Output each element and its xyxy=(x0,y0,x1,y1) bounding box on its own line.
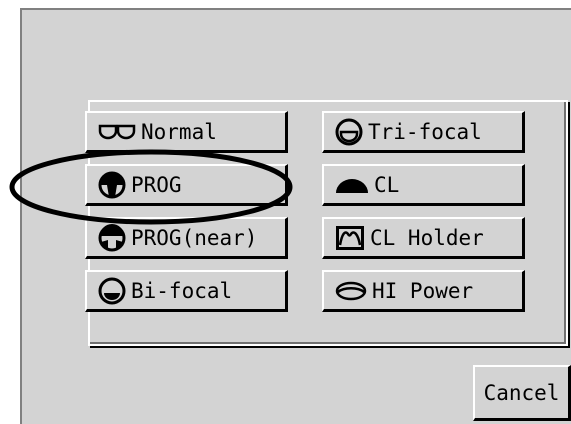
prog-near-label: PROG(near) xyxy=(131,225,258,250)
cl-button[interactable]: CL xyxy=(322,164,525,206)
hi-power-label: HI Power xyxy=(372,278,474,303)
normal-button[interactable]: Normal xyxy=(85,111,288,153)
hi-power-button[interactable]: HI Power xyxy=(322,270,525,312)
cl-holder-icon xyxy=(334,224,366,252)
dialog-background xyxy=(20,8,571,424)
cl-holder-button[interactable]: CL Holder xyxy=(322,217,525,259)
prog-button[interactable]: PROG xyxy=(85,164,288,206)
prog-label: PROG xyxy=(131,172,182,197)
normal-lens-icon xyxy=(97,121,137,143)
cancel-label: Cancel xyxy=(483,380,560,405)
bifocal-button[interactable]: Bi-focal xyxy=(85,270,288,312)
prog-lens-icon xyxy=(97,170,127,200)
bifocal-label: Bi-focal xyxy=(131,278,233,303)
trifocal-lens-icon xyxy=(334,117,364,147)
trifocal-button[interactable]: Tri-focal xyxy=(322,111,525,153)
cl-holder-label: CL Holder xyxy=(370,225,484,250)
contact-lens-icon xyxy=(334,173,370,197)
hi-power-lens-icon xyxy=(334,279,368,303)
prog-near-button[interactable]: PROG(near) xyxy=(85,217,288,259)
cancel-button[interactable]: Cancel xyxy=(473,365,571,421)
cl-label: CL xyxy=(374,172,400,197)
prog-near-lens-icon xyxy=(97,223,127,253)
normal-label: Normal xyxy=(141,119,217,144)
trifocal-label: Tri-focal xyxy=(368,119,482,144)
bifocal-lens-icon xyxy=(97,276,127,306)
